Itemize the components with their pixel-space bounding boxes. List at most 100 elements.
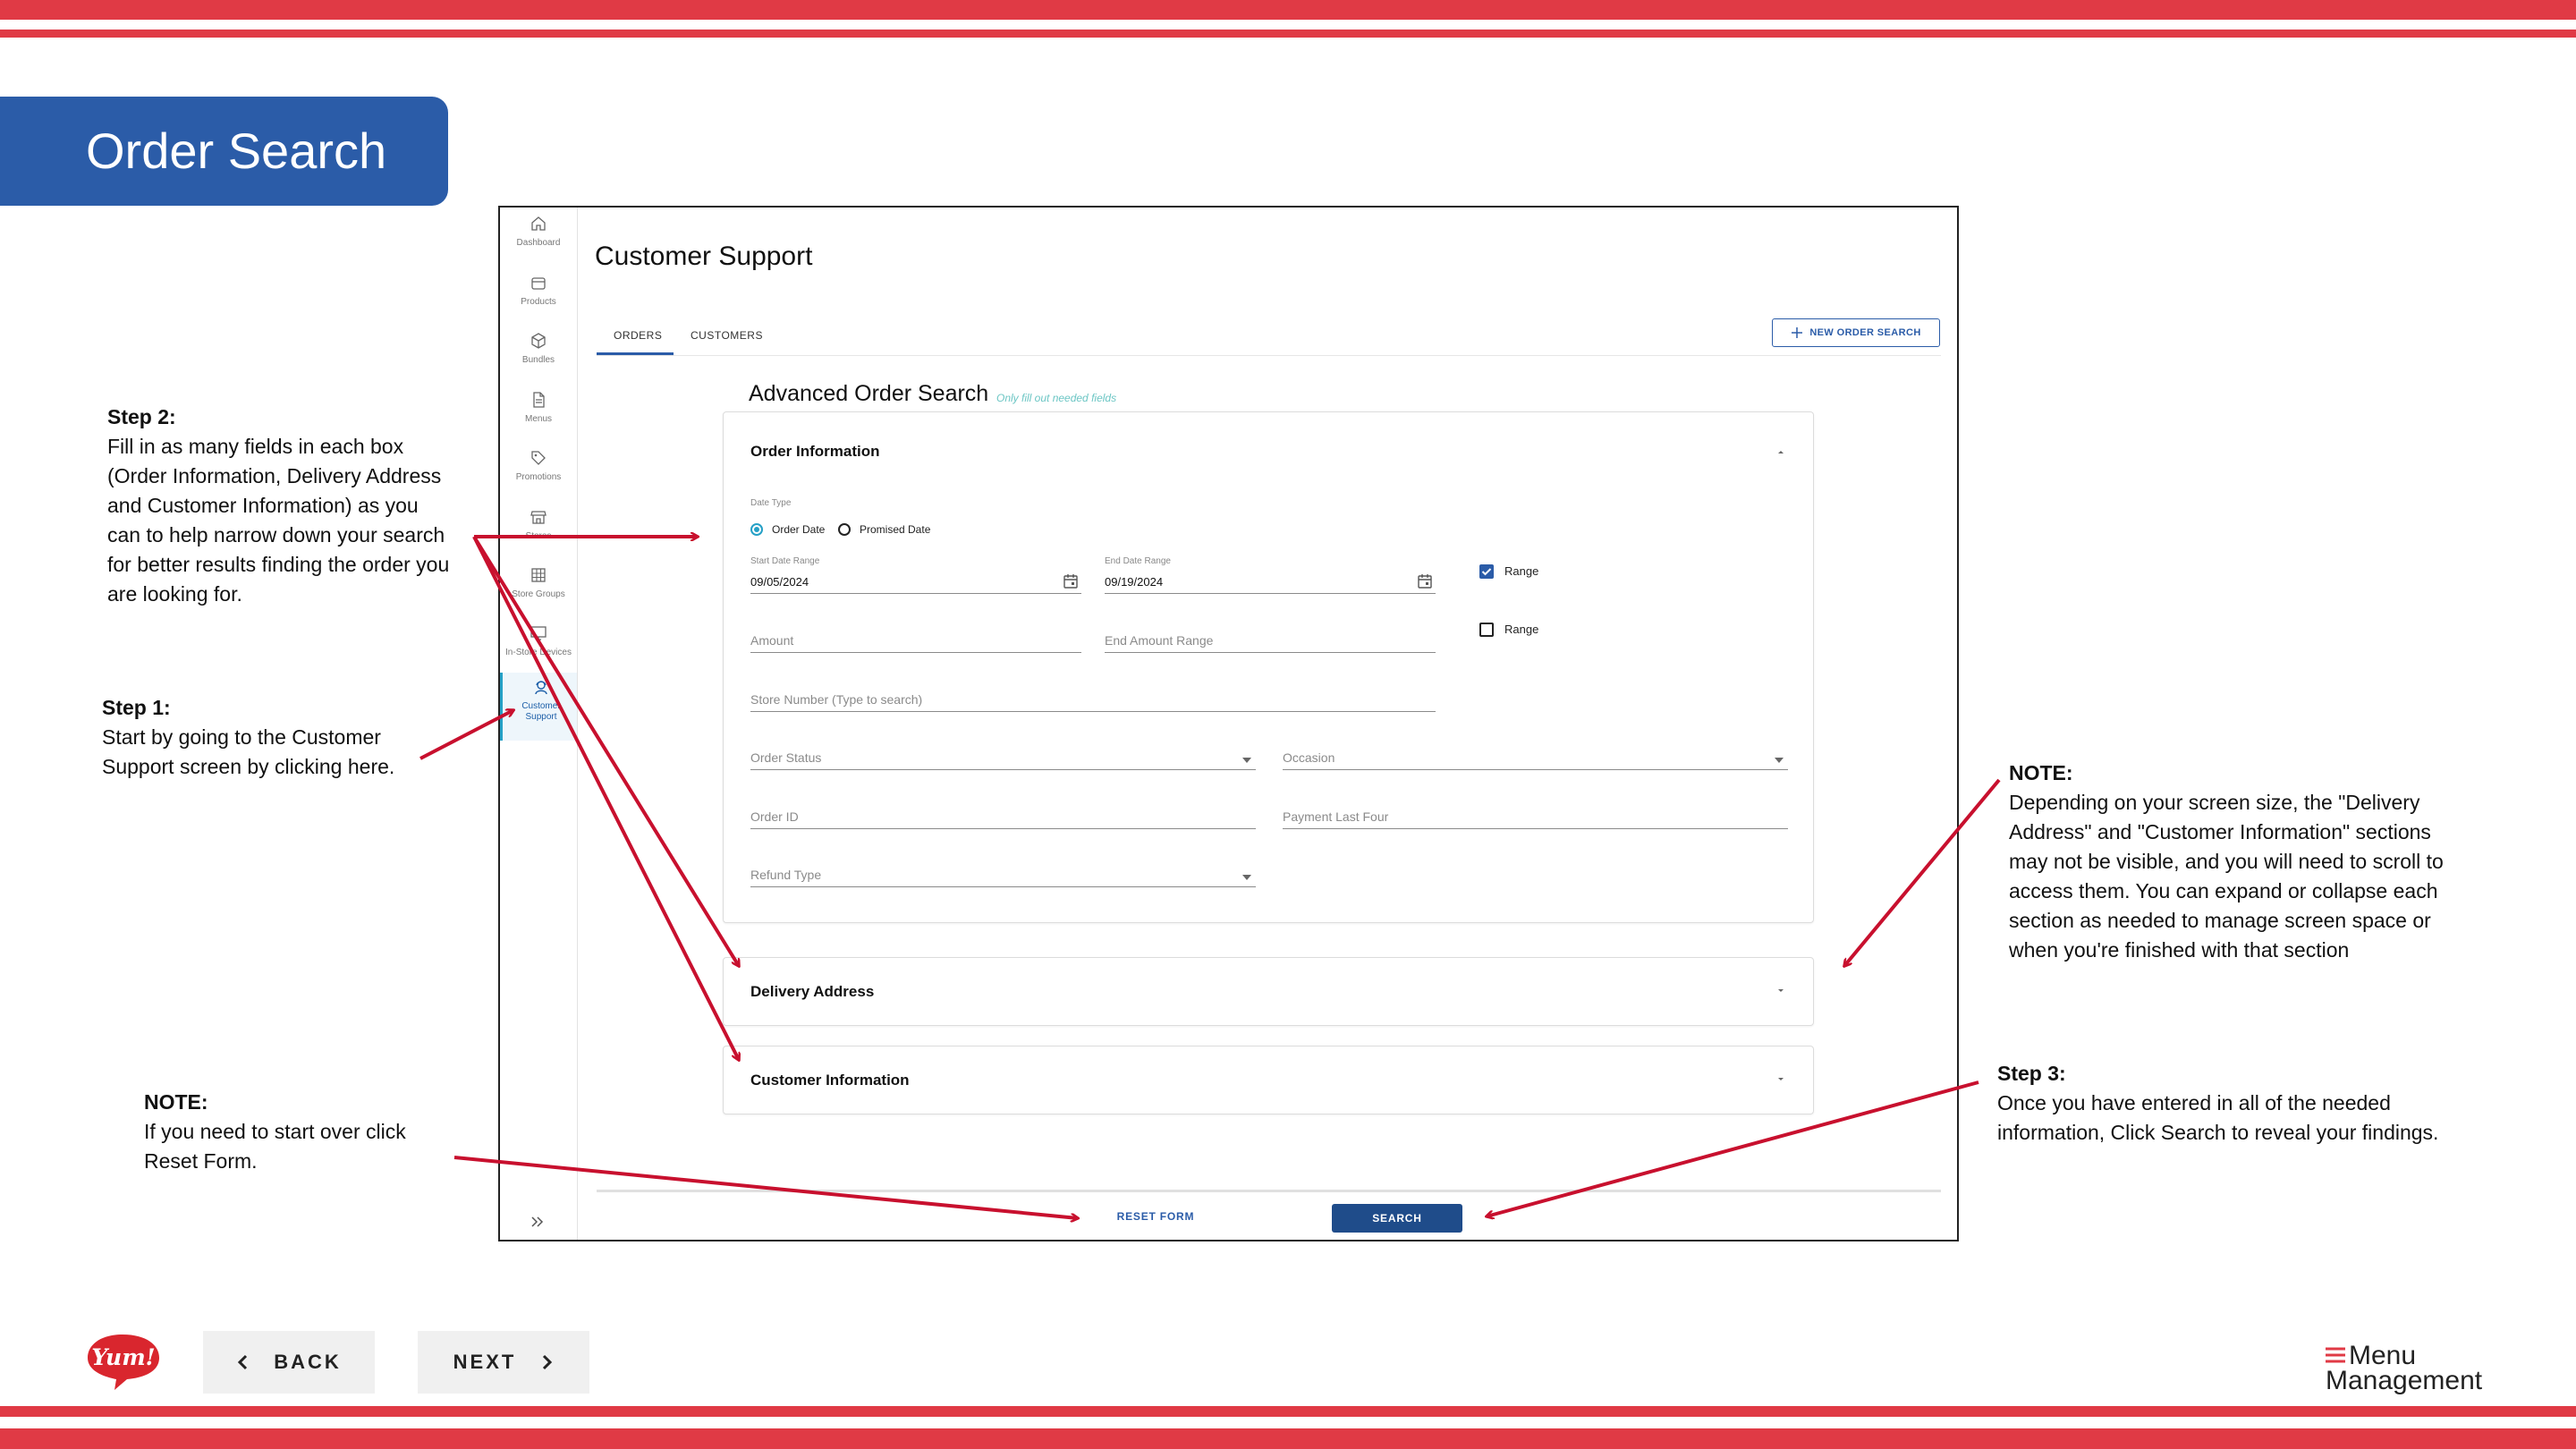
step2-body: Fill in as many fields in each box (Orde… bbox=[107, 435, 450, 606]
sidebar-item-label: Bundles bbox=[521, 355, 555, 365]
step1-annotation: Step 1: Start by going to the Customer S… bbox=[102, 693, 433, 782]
order-date-radio-label: Order Date bbox=[772, 523, 826, 536]
grid-icon bbox=[531, 568, 546, 582]
document-icon bbox=[533, 392, 545, 408]
cube-icon bbox=[531, 333, 546, 349]
calendar-icon[interactable] bbox=[1417, 573, 1433, 589]
sidebar-item-products[interactable]: Products bbox=[500, 268, 577, 326]
chevron-up-icon[interactable] bbox=[1775, 448, 1786, 455]
step3-annotation: Step 3: Once you have entered in all of … bbox=[1997, 1059, 2453, 1148]
step3-heading: Step 3: bbox=[1997, 1062, 2066, 1085]
search-button[interactable]: SEARCH bbox=[1332, 1204, 1462, 1233]
order-status-underline bbox=[750, 769, 1256, 770]
reset-note-annotation: NOTE: If you need to start over click Re… bbox=[144, 1088, 457, 1176]
menu-management-logo: Menu Management bbox=[2326, 1343, 2487, 1397]
slide-title-text: Order Search bbox=[86, 123, 387, 179]
reset-note-heading: NOTE: bbox=[144, 1090, 208, 1114]
end-date-label: End Date Range bbox=[1105, 556, 1171, 566]
step2-annotation: Step 2: Fill in as many fields in each b… bbox=[107, 402, 452, 609]
sidebar-item-dashboard[interactable]: Dashboard bbox=[500, 209, 577, 267]
scroll-note-annotation: NOTE: Depending on your screen size, the… bbox=[2009, 758, 2474, 965]
yum-logo: Yum! bbox=[88, 1335, 159, 1390]
refund-type-select[interactable]: Refund Type bbox=[750, 868, 821, 882]
check-icon bbox=[1481, 568, 1492, 576]
order-information-section: Order Information Date Type Order Date P… bbox=[723, 411, 1814, 923]
advanced-search-title: Advanced Order Search bbox=[749, 381, 989, 406]
double-chevron-right-icon[interactable] bbox=[527, 1211, 548, 1233]
sidebar-item-label: Dashboard bbox=[516, 238, 561, 248]
new-order-search-button[interactable]: NEW ORDER SEARCH bbox=[1772, 318, 1940, 347]
new-order-search-label: NEW ORDER SEARCH bbox=[1809, 327, 1921, 338]
order-status-select[interactable]: Order Status bbox=[750, 750, 821, 765]
back-button[interactable]: BACK bbox=[203, 1331, 375, 1394]
order-status-dropdown-icon[interactable] bbox=[1242, 758, 1251, 763]
sidebar-item-store-groups[interactable]: Store Groups bbox=[500, 561, 577, 618]
sidebar-item-stores[interactable]: Stores bbox=[500, 503, 577, 560]
sidebar-item-promotions[interactable]: Promotions bbox=[500, 444, 577, 501]
sidebar-item-label: Promotions bbox=[515, 472, 562, 482]
date-range-checkbox[interactable] bbox=[1479, 564, 1494, 579]
top-stripe-thin bbox=[0, 30, 2576, 38]
sidebar-item-label: In-Store Devices bbox=[505, 648, 572, 657]
reset-form-button[interactable]: RESET FORM bbox=[1089, 1204, 1223, 1229]
promised-date-radio-label: Promised Date bbox=[860, 523, 931, 536]
date-range-label: Range bbox=[1504, 564, 1539, 578]
promised-date-radio[interactable] bbox=[838, 523, 851, 536]
customer-information-title[interactable]: Customer Information bbox=[750, 1072, 910, 1089]
store-icon bbox=[530, 511, 547, 524]
app-window: Dashboard Products Bundles Menus Promoti… bbox=[498, 206, 1959, 1241]
advanced-search-hint: Only fill out needed fields bbox=[996, 392, 1117, 404]
home-icon bbox=[531, 216, 546, 231]
chevron-down-icon[interactable] bbox=[1775, 987, 1786, 995]
sidebar-item-label: Store Groups bbox=[512, 589, 565, 599]
calendar-icon[interactable] bbox=[1063, 573, 1079, 589]
occasion-select[interactable]: Occasion bbox=[1283, 750, 1335, 765]
store-number-input[interactable]: Store Number (Type to search) bbox=[750, 692, 922, 707]
bottom-stripe-thick bbox=[0, 1428, 2576, 1449]
customer-information-section[interactable]: Customer Information bbox=[723, 1046, 1814, 1114]
sidebar-item-menus[interactable]: Menus bbox=[500, 386, 577, 443]
amount-input[interactable]: Amount bbox=[750, 633, 793, 648]
next-button-label: NEXT bbox=[453, 1351, 517, 1373]
sidebar-item-in-store-devices[interactable]: In-Store Devices bbox=[500, 619, 577, 676]
scroll-note-heading: NOTE: bbox=[2009, 761, 2073, 784]
support-agent-icon bbox=[535, 681, 547, 695]
yum-logo-text: Yum! bbox=[91, 1344, 155, 1370]
payment-last-four-input[interactable]: Payment Last Four bbox=[1283, 809, 1388, 824]
amount-range-checkbox[interactable] bbox=[1479, 623, 1494, 637]
order-date-radio[interactable] bbox=[750, 523, 763, 536]
tab-customers[interactable]: CUSTOMERS bbox=[691, 329, 763, 342]
delivery-address-section[interactable]: Delivery Address bbox=[723, 957, 1814, 1026]
sidebar-item-bundles[interactable]: Bundles bbox=[500, 326, 577, 384]
page-title: Customer Support bbox=[595, 242, 813, 271]
amount-range-label: Range bbox=[1504, 623, 1539, 636]
end-amount-range-input[interactable]: End Amount Range bbox=[1105, 633, 1213, 648]
chevron-right-icon bbox=[543, 1354, 553, 1370]
sidebar-item-customer-support[interactable]: Customer Support bbox=[500, 673, 577, 741]
slide-title: Order Search bbox=[0, 97, 448, 206]
step3-body: Once you have entered in all of the need… bbox=[1997, 1091, 2439, 1144]
occasion-underline bbox=[1283, 769, 1788, 770]
tab-orders[interactable]: ORDERS bbox=[614, 329, 662, 342]
start-date-underline bbox=[750, 593, 1081, 594]
tag-icon bbox=[531, 451, 546, 465]
start-date-label: Start Date Range bbox=[750, 556, 820, 566]
order-id-input[interactable]: Order ID bbox=[750, 809, 799, 824]
payment-last-four-underline bbox=[1283, 828, 1788, 829]
chevron-left-icon bbox=[238, 1354, 248, 1370]
end-date-input[interactable]: 09/19/2024 bbox=[1105, 575, 1163, 589]
next-button[interactable]: NEXT bbox=[418, 1331, 589, 1394]
refund-type-dropdown-icon[interactable] bbox=[1242, 875, 1251, 880]
delivery-address-title[interactable]: Delivery Address bbox=[750, 983, 874, 1001]
reset-note-body: If you need to start over click Reset Fo… bbox=[144, 1120, 406, 1173]
occasion-dropdown-icon[interactable] bbox=[1775, 758, 1784, 763]
start-date-input[interactable]: 09/05/2024 bbox=[750, 575, 809, 589]
sidebar-item-label: Menus bbox=[524, 414, 552, 424]
order-id-underline bbox=[750, 828, 1256, 829]
chevron-down-icon[interactable] bbox=[1775, 1076, 1786, 1083]
monitor-icon bbox=[530, 626, 547, 640]
top-stripe-thick bbox=[0, 0, 2576, 20]
back-button-label: BACK bbox=[274, 1351, 342, 1373]
order-information-title[interactable]: Order Information bbox=[750, 443, 880, 461]
sidebar-nav: Dashboard Products Bundles Menus Promoti… bbox=[500, 208, 578, 1240]
